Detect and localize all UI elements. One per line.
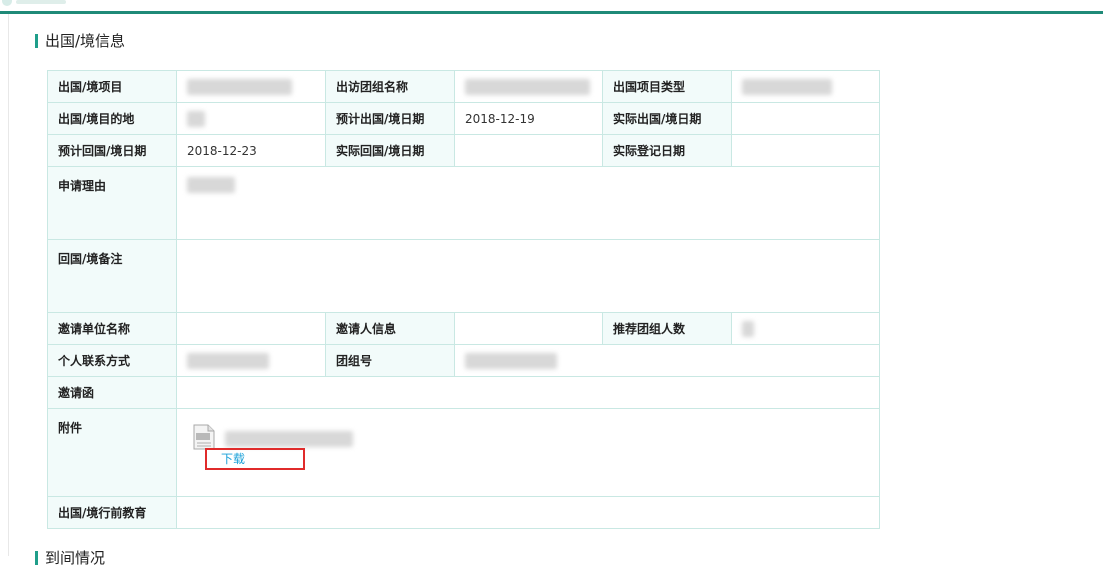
label-destination: 出国/境目的地 [47,102,177,135]
value-group-no [454,344,880,377]
label-attachment: 附件 [47,408,177,497]
redacted-file-name [225,431,353,447]
table-row: 回国/境备注 [47,239,880,313]
redacted-value [742,320,754,337]
section-marker [35,551,38,565]
redacted-value [742,78,832,95]
redacted-value [187,78,292,95]
top-header-bar [0,0,1103,14]
value-personal-contact [176,344,326,377]
redacted-value [187,110,205,127]
value-group-name [454,70,603,103]
value-planned-departure: 2018-12-19 [454,102,603,135]
table-row: 预计回国/境日期 2018-12-23 实际回国/境日期 实际登记日期 [47,134,880,167]
value-project [176,70,326,103]
label-planned-return: 预计回国/境日期 [47,134,177,167]
label-actual-register: 实际登记日期 [602,134,732,167]
document-icon [193,424,215,450]
label-group-no: 团组号 [325,344,455,377]
value-actual-departure [731,102,880,135]
label-project-type: 出国项目类型 [602,70,732,103]
redacted-value [465,352,557,369]
table-row: 邀请函 [47,376,880,409]
redacted-value [187,177,235,193]
label-return-remark: 回国/境备注 [47,239,177,313]
info-table: 出国/境项目 出访团组名称 出国项目类型 出国/境目的地 预计出国/境日期 20… [47,70,880,529]
table-row: 个人联系方式 团组号 [47,344,880,377]
value-destination [176,102,326,135]
value-actual-return [454,134,603,167]
label-pre-departure-education: 出国/境行前教育 [47,496,177,529]
label-personal-contact: 个人联系方式 [47,344,177,377]
label-reason: 申请理由 [47,166,177,240]
table-row: 出国/境行前教育 [47,496,880,529]
attachment-item: 下载 [187,419,869,481]
table-row: 附件 下载 [47,408,880,497]
logo-icon [2,0,12,6]
label-recommended-group-size: 推荐团组人数 [602,312,732,345]
label-actual-return: 实际回国/境日期 [325,134,455,167]
value-attachment: 下载 [176,408,880,497]
section-marker [35,34,38,48]
label-inviter-info: 邀请人信息 [325,312,455,345]
value-reason [176,166,880,240]
left-divider [8,14,9,556]
label-project: 出国/境项目 [47,70,177,103]
redacted-value [187,352,269,369]
section-title-info: 出国/境信息 [35,31,125,51]
label-inviter-org: 邀请单位名称 [47,312,177,345]
label-actual-departure: 实际出国/境日期 [602,102,732,135]
value-inviter-org [176,312,326,345]
label-group-name: 出访团组名称 [325,70,455,103]
section-title-progress: 到间情况 [35,548,105,568]
section-title-text: 出国/境信息 [45,32,126,50]
logo-text [16,0,66,4]
table-row: 出国/境目的地 预计出国/境日期 2018-12-19 实际出国/境日期 [47,102,880,135]
redacted-value [465,78,590,95]
highlight-annotation [205,448,305,470]
table-row: 出国/境项目 出访团组名称 出国项目类型 [47,70,880,103]
value-recommended-group-size [731,312,880,345]
section-title-text: 到间情况 [45,549,106,567]
value-actual-register [731,134,880,167]
value-planned-return: 2018-12-23 [176,134,326,167]
value-pre-departure-education [176,496,880,529]
label-invitation: 邀请函 [47,376,177,409]
value-project-type [731,70,880,103]
table-row: 申请理由 [47,166,880,240]
value-return-remark [176,239,880,313]
value-inviter-info [454,312,603,345]
value-invitation [176,376,880,409]
label-planned-departure: 预计出国/境日期 [325,102,455,135]
table-row: 邀请单位名称 邀请人信息 推荐团组人数 [47,312,880,345]
